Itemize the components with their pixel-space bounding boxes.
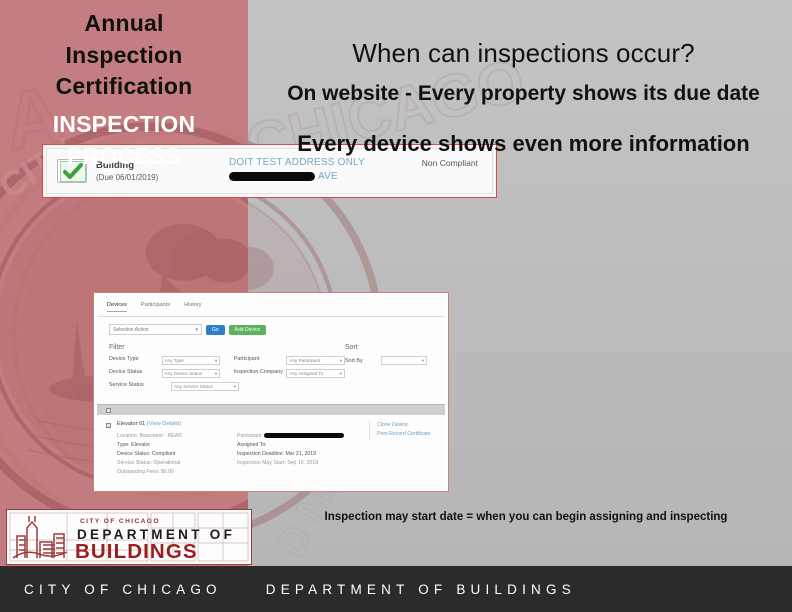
title-line-1: Annual [84,10,164,36]
slide-subtitle: INSPECTION PROCESS [16,109,232,172]
label-service-status: Service Status [109,382,144,388]
subtitle-line-2: PROCESS [67,142,181,169]
subtitle-line-1: INSPECTION [52,111,196,138]
device-field-outstanding-fees: Outstanding Fees: $0.00 [117,468,174,475]
slide-title: Annual Inspection Certification [16,8,232,103]
device-field-location: Location: Basement - REAR [117,433,182,439]
chevron-down-icon: ▾ [195,326,198,333]
tab-history[interactable]: History [184,302,201,312]
footer-bar: CITY OF CHICAGO DEPARTMENT OF BUILDINGS [0,566,792,612]
content-column: When can inspections occur? On website -… [255,0,792,566]
chevron-down-icon: ▾ [214,357,218,363]
device-fields-left: Location: Basement - REAR Type: Elevator… [117,432,237,477]
heading-subhead: On website - Every property shows its du… [287,82,760,105]
svg-text:BUILDINGS: BUILDINGS [75,540,198,563]
device-field-type: Type: Elevator [117,441,151,448]
select-device-type-value: Any Type [164,358,184,363]
device-row-checkbox[interactable] [106,423,111,428]
label-device-type: Device Type [109,356,139,362]
select-all-checkbox[interactable] [106,407,111,413]
go-button[interactable]: Go [206,324,225,335]
due-date: (Due 06/01/2019) [96,173,159,182]
device-name: Elevator 01 [117,421,146,427]
title-block: Annual Inspection Certification INSPECTI… [0,0,248,173]
slide-canvas: CITY OF CHICAGO INCORPORATED D MARCH A [0,0,792,612]
footer-city: CITY OF CHICAGO [24,581,222,597]
chevron-down-icon: ▾ [214,370,218,376]
dob-logo: CITY OF CHICAGO DEPARTMENT OF BUILDINGS [6,509,252,565]
view-details-link[interactable]: (View Details) [147,421,181,427]
title-line-2: Inspection [65,41,183,68]
select-service-status[interactable]: Any Service Status ▾ [171,382,239,391]
footer-department: DEPARTMENT OF BUILDINGS [265,581,576,597]
device-field-device-status: Device Status: Compliant [117,450,176,457]
chevron-down-icon: ▾ [233,383,236,389]
heading-question: When can inspections occur? [352,38,695,68]
select-device-status[interactable]: Any Device Status ▾ [161,369,221,378]
heading-midhead: Every device shows even more information [297,130,750,156]
select-device-type[interactable]: Any Type ▾ [161,356,221,365]
selection-action-value: Selection Action [113,326,149,333]
select-service-status-value: Any Service Status [174,384,213,389]
tab-participants[interactable]: Participants [141,302,170,312]
select-device-status-value: Any Device Status [164,371,203,376]
title-line-3: Certification [55,73,193,100]
svg-text:CITY OF CHICAGO: CITY OF CHICAGO [80,518,160,525]
tab-devices[interactable]: Devices [107,302,127,312]
device-field-service-status: Service Status: Operational [117,459,181,466]
label-device-status: Device Status [109,369,143,375]
selection-action-dropdown[interactable]: Selection Action ▾ [109,324,202,335]
